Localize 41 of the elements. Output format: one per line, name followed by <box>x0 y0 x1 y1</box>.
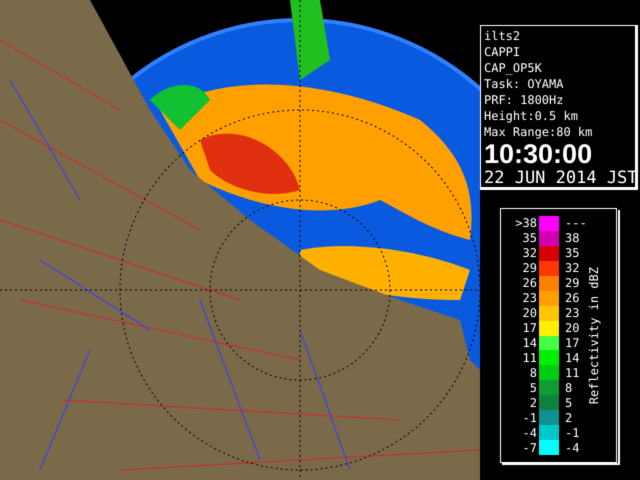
legend-low-value: >38 <box>514 216 538 231</box>
info-line: ilts2 <box>484 28 522 44</box>
legend-high-value: 20 <box>565 321 580 336</box>
legend-low-value: 32 <box>522 246 538 261</box>
legend-low-value: 35 <box>522 231 538 246</box>
info-line: Task: OYAMA <box>484 76 564 92</box>
legend-high-value: 35 <box>565 246 580 261</box>
legend-high-value: 11 <box>565 366 580 381</box>
info-line: Max Range:80 km <box>484 124 594 140</box>
legend-high-value: 23 <box>565 306 580 321</box>
legend-low-value: -4 <box>522 426 538 441</box>
legend-high-value: 26 <box>565 291 580 306</box>
legend-low-value: 14 <box>522 336 538 351</box>
legend-high-value: 29 <box>565 276 580 291</box>
legend-high-value: 32 <box>565 261 580 276</box>
time-label: 10:30:00 <box>484 140 594 168</box>
legend-low-value: 8 <box>528 366 538 381</box>
legend-high-value: --- <box>565 216 587 231</box>
legend-low-value: 5 <box>528 381 538 396</box>
info-line: CAP_OP5K <box>484 60 543 76</box>
legend-low-value: -7 <box>522 441 538 456</box>
legend-high-value: -4 <box>565 441 580 456</box>
legend-low-value: 29 <box>522 261 538 276</box>
legend-high-value: 8 <box>565 381 574 396</box>
legend-low-value: 20 <box>522 306 538 321</box>
legend-high-value: 38 <box>565 231 580 246</box>
info-line: CAPPI <box>484 44 522 60</box>
legend-high-value: -1 <box>565 426 580 441</box>
legend-low-value: 17 <box>522 321 538 336</box>
legend-high-value: 14 <box>565 351 580 366</box>
legend-high-value: 2 <box>565 411 574 426</box>
legend-low-value: 2 <box>528 396 538 411</box>
legend-low-value: 26 <box>522 276 538 291</box>
legend-low-value: 23 <box>522 291 538 306</box>
legend-low-value: -1 <box>522 411 538 426</box>
legend-high-value: 5 <box>565 396 574 411</box>
info-line: PRF: 1800Hz <box>484 92 564 108</box>
info-line: Height:0.5 km <box>484 108 579 124</box>
legend-title: Reflectivity in dBZ <box>587 266 601 404</box>
legend-high-value: 17 <box>565 336 580 351</box>
legend-low-value: 11 <box>522 351 538 366</box>
